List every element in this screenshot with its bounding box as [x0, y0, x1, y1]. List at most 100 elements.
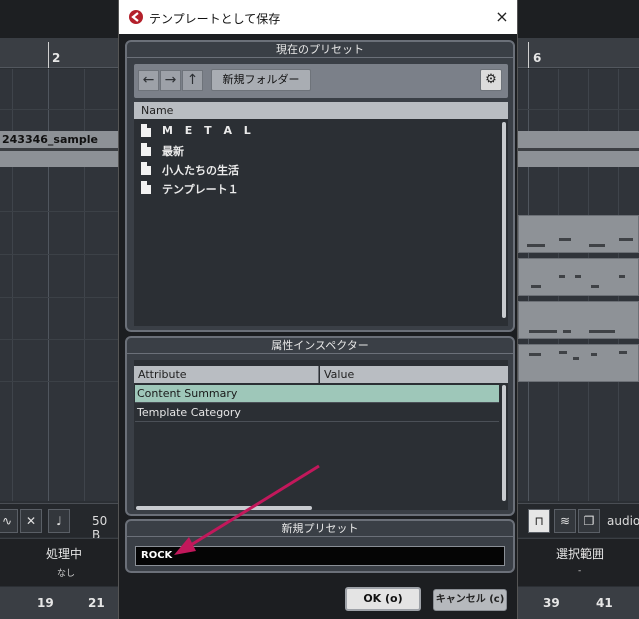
- document-icon: [141, 162, 151, 175]
- midi-clip[interactable]: [518, 215, 639, 253]
- clip-name: 243346_sample: [2, 133, 98, 146]
- grid-line: [518, 109, 639, 110]
- preset-name: 最新: [162, 145, 184, 158]
- list-item[interactable]: 最新: [134, 141, 500, 160]
- preset-name: M E T A L: [162, 124, 255, 137]
- bar-number: 21: [88, 596, 105, 610]
- bar-number: 39: [543, 596, 560, 610]
- midi-note: [573, 357, 579, 360]
- list-item[interactable]: M E T A L: [134, 122, 500, 141]
- section-header: 属性インスペクター: [127, 338, 513, 354]
- bottom-ruler-right[interactable]: 39 41: [518, 587, 639, 619]
- status-title: 選択範囲: [556, 547, 605, 561]
- audio-clip[interactable]: 243346_sample: [0, 131, 118, 167]
- status-selection: 選択範囲 -: [518, 538, 639, 586]
- document-icon: [141, 181, 151, 194]
- track-type-label: audio: [607, 514, 639, 528]
- midi-note: [527, 244, 545, 247]
- preset-name-input[interactable]: ROCK: [135, 546, 505, 566]
- save-as-template-dialog: テンプレートとして保存 × 現在のプリセット ← → ↑ 新規フォルダー ⚙ N…: [118, 0, 518, 619]
- status-title: 処理中: [46, 547, 83, 561]
- midi-note: [619, 351, 627, 354]
- midi-note: [575, 275, 581, 278]
- bar-line: [48, 42, 49, 68]
- grid-line: [0, 109, 118, 110]
- vertical-scrollbar[interactable]: [502, 385, 506, 501]
- bar-number: 6: [533, 51, 542, 65]
- list-item[interactable]: テンプレート１: [134, 179, 500, 198]
- grid-line: [0, 297, 118, 298]
- midi-note: [589, 244, 605, 247]
- document-icon: [141, 143, 151, 156]
- ok-button[interactable]: OK (o): [345, 587, 421, 611]
- midi-note: [589, 330, 615, 333]
- note-value-icon[interactable]: ♩: [48, 509, 70, 533]
- midi-note: [591, 353, 597, 356]
- midi-note: [619, 238, 633, 241]
- document-icon: [141, 124, 151, 137]
- column-header-name[interactable]: Name: [134, 102, 508, 119]
- section-header: 新規プリセット: [127, 521, 513, 537]
- copy-mode-icon[interactable]: ❐: [578, 509, 600, 533]
- cancel-button[interactable]: キャンセル (c): [433, 589, 507, 611]
- preset-list[interactable]: Name M E T A L 最新 小人たちの生活 テンプレート１: [134, 102, 508, 326]
- bottom-ruler-left[interactable]: 19 21: [0, 587, 118, 619]
- midi-clip[interactable]: [518, 344, 639, 382]
- preset-nav-bar: ← → ↑ 新規フォルダー ⚙: [134, 64, 508, 98]
- horizontal-scrollbar[interactable]: [136, 506, 312, 510]
- midi-note: [559, 238, 571, 241]
- preset-name: 小人たちの生活: [162, 164, 239, 177]
- forward-arrow-icon[interactable]: →: [160, 70, 181, 91]
- curve-tool-icon[interactable]: ∿: [0, 509, 18, 533]
- dialog-titlebar[interactable]: テンプレートとして保存 ×: [119, 0, 517, 34]
- grid-line: [0, 211, 118, 212]
- daw-toolbar-right: ⊓ ≋ ❐ audio: [518, 503, 639, 537]
- layers-icon[interactable]: ≋: [554, 509, 576, 533]
- daw-toolbar-left: ∿ ✕ ♩ 50 B: [0, 503, 118, 542]
- grid-line: [0, 254, 118, 255]
- bar-number: 2: [52, 51, 61, 65]
- up-arrow-icon[interactable]: ↑: [182, 70, 203, 91]
- midi-note: [529, 353, 541, 356]
- midi-note: [619, 275, 625, 278]
- status-processing: 処理中 なし: [0, 538, 118, 586]
- timeline-ruler-left[interactable]: 2: [0, 38, 118, 68]
- audio-clip[interactable]: [518, 131, 639, 167]
- column-header-value[interactable]: Value: [320, 366, 508, 383]
- dialog-title: テンプレートとして保存: [149, 12, 281, 26]
- grid-line: [0, 339, 118, 340]
- column-header-attribute[interactable]: Attribute: [134, 366, 319, 383]
- vertical-scrollbar[interactable]: [502, 122, 506, 318]
- close-icon[interactable]: ×: [491, 6, 513, 28]
- midi-note: [591, 285, 599, 288]
- attribute-inspector-section: 属性インスペクター Attribute Value Content Summar…: [125, 336, 515, 516]
- bar-number: 19: [37, 596, 54, 610]
- midi-note: [559, 275, 565, 278]
- midi-note: [559, 351, 567, 354]
- status-value: なし: [57, 569, 76, 579]
- list-item[interactable]: 小人たちの生活: [134, 160, 500, 179]
- arrange-grid-right[interactable]: [518, 69, 639, 501]
- split-tool-icon[interactable]: ✕: [20, 509, 42, 533]
- current-presets-section: 現在のプリセット ← → ↑ 新規フォルダー ⚙ Name M E T A L …: [125, 40, 515, 332]
- attribute-row[interactable]: Template Category: [135, 404, 499, 422]
- midi-note: [529, 330, 557, 333]
- midi-clip[interactable]: [518, 301, 639, 339]
- new-folder-button[interactable]: 新規フォルダー: [211, 69, 311, 91]
- midi-note: [531, 285, 541, 288]
- attribute-row[interactable]: Content Summary: [135, 385, 499, 403]
- waveform: [518, 148, 639, 151]
- midi-clip[interactable]: [518, 258, 639, 296]
- snap-mode-icon[interactable]: ⊓: [528, 509, 550, 533]
- grid-line: [0, 381, 118, 382]
- preset-name: テンプレート１: [162, 183, 239, 196]
- timeline-ruler-right[interactable]: 6: [518, 38, 639, 68]
- settings-gear-icon[interactable]: ⚙: [480, 69, 502, 91]
- back-arrow-icon[interactable]: ←: [138, 70, 159, 91]
- arrange-grid-left[interactable]: 243346_sample: [0, 69, 118, 501]
- status-value: -: [578, 566, 582, 576]
- bar-number: 41: [596, 596, 613, 610]
- attribute-table[interactable]: Attribute Value Content Summary Template…: [134, 360, 508, 510]
- bar-line: [528, 42, 529, 68]
- cubase-logo-icon: [129, 10, 143, 24]
